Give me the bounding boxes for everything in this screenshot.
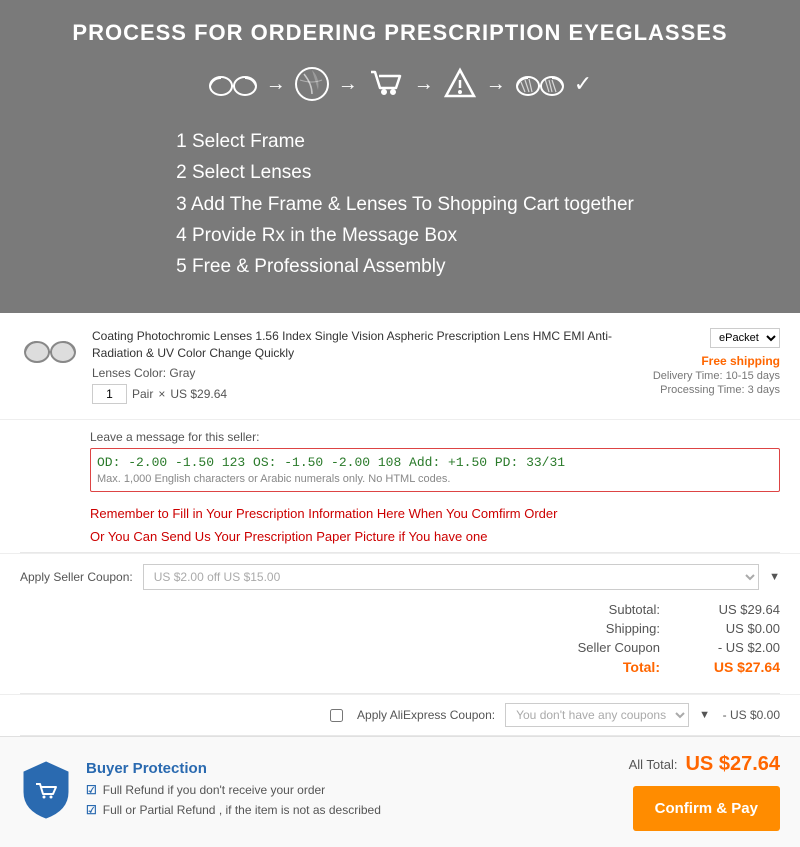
step-4-text: 4 Provide Rx in the Message Box	[176, 220, 634, 251]
shipping-label: Shipping:	[580, 621, 660, 636]
step-3-text: 3 Add The Frame & Lenses To Shopping Car…	[176, 189, 634, 220]
checkmark-icon: ✓	[574, 71, 592, 97]
arrow-1: →	[266, 73, 286, 96]
protection-item-2-text: Full or Partial Refund , if the item is …	[103, 802, 381, 819]
shipping-row: Shipping: US $0.00	[20, 621, 780, 636]
coupon-select[interactable]: US $2.00 off US $15.00	[143, 564, 759, 590]
ali-coupon-select[interactable]: You don't have any coupons	[505, 703, 689, 727]
step-5-text: 5 Free & Professional Assembly	[176, 251, 634, 282]
warning-msg-2: Or You Can Send Us Your Prescription Pap…	[0, 525, 800, 552]
header-banner: PROCESS FOR ORDERING PRESCRIPTION EYEGLA…	[0, 0, 800, 313]
footer-right: All Total: US $27.64 Confirm & Pay	[629, 753, 780, 831]
free-shipping-label: Free shipping	[653, 354, 780, 368]
check-icon-2: ☑	[86, 802, 97, 819]
all-total-label: All Total:	[629, 757, 678, 772]
product-image	[20, 328, 80, 373]
warning-msg-1: Remember to Fill in Your Prescription In…	[0, 502, 800, 525]
step-1-text: 1 Select Frame	[176, 126, 634, 157]
main-content: Coating Photochromic Lenses 1.56 Index S…	[0, 313, 800, 847]
arrow-3: →	[414, 73, 434, 96]
protection-text: Buyer Protection ☑ Full Refund if you do…	[86, 760, 381, 822]
processing-time: Processing Time: 3 days	[653, 384, 780, 396]
all-total-amount: US $27.64	[685, 753, 780, 776]
arrow-2: →	[338, 73, 358, 96]
total-label: Total:	[580, 659, 660, 675]
coupon-label: Apply Seller Coupon:	[20, 570, 133, 584]
protection-title: Buyer Protection	[86, 760, 381, 777]
lens-color-label: Lenses Color: Gray	[92, 366, 641, 380]
confirm-pay-button[interactable]: Confirm & Pay	[633, 786, 780, 831]
coupon-dropdown-icon[interactable]: ▼	[769, 571, 780, 583]
unit-label: Pair	[132, 387, 153, 401]
buyer-protection: Buyer Protection ☑ Full Refund if you do…	[20, 760, 381, 825]
ali-coupon-dropdown-icon[interactable]: ▼	[699, 709, 710, 721]
ali-coupon-amount: - US $0.00	[720, 708, 780, 722]
total-value: US $27.64	[700, 659, 780, 675]
seller-coupon-row: Apply Seller Coupon: US $2.00 off US $15…	[0, 553, 800, 596]
product-price-section: ePacket Free shipping Delivery Time: 10-…	[653, 328, 780, 396]
quantity-input[interactable]	[92, 384, 127, 404]
char-limit-note: Max. 1,000 English characters or Arabic …	[97, 473, 773, 485]
prescription-textarea-wrapper: OD: -2.00 -1.50 123 OS: -1.50 -2.00 108 …	[90, 448, 780, 492]
check-icon-1: ☑	[86, 782, 97, 799]
prescription-text[interactable]: OD: -2.00 -1.50 123 OS: -1.50 -2.00 108 …	[97, 455, 773, 470]
subtotal-row: Subtotal: US $29.64	[20, 602, 780, 617]
all-total-row: All Total: US $27.64	[629, 753, 780, 776]
summary-section: Subtotal: US $29.64 Shipping: US $0.00 S…	[0, 596, 800, 693]
seller-coupon-amount-label: Seller Coupon	[578, 640, 660, 655]
cart-icon	[366, 64, 406, 104]
multiply-sign: ×	[158, 387, 165, 401]
warning-icon	[442, 66, 478, 102]
protection-item-2: ☑ Full or Partial Refund , if the item i…	[86, 802, 381, 819]
aliexpress-coupon-row: Apply AliExpress Coupon: You don't have …	[0, 694, 800, 735]
delivery-time: Delivery Time: 10-15 days	[653, 370, 780, 382]
ali-coupon-checkbox[interactable]	[330, 709, 343, 722]
rx-glasses-icon	[514, 70, 566, 98]
glasses-icon	[208, 70, 258, 98]
unit-price: US $29.64	[170, 387, 227, 401]
shield-icon	[20, 760, 72, 825]
step-2-text: 2 Select Lenses	[176, 157, 634, 188]
product-details: Coating Photochromic Lenses 1.56 Index S…	[92, 328, 641, 405]
shipping-method-select[interactable]: ePacket	[710, 328, 780, 348]
footer-section: Buyer Protection ☑ Full Refund if you do…	[0, 736, 800, 847]
page-title: PROCESS FOR ORDERING PRESCRIPTION EYEGLA…	[30, 20, 770, 46]
seller-coupon-amount-value: - US $2.00	[700, 640, 780, 655]
steps-list: 1 Select Frame 2 Select Lenses 3 Add The…	[166, 126, 634, 283]
message-label: Leave a message for this seller:	[90, 430, 780, 444]
seller-coupon-amount-row: Seller Coupon - US $2.00	[20, 640, 780, 655]
protection-item-1: ☑ Full Refund if you don't receive your …	[86, 782, 381, 799]
product-quantity-row: Pair × US $29.64	[92, 384, 641, 404]
subtotal-label: Subtotal:	[580, 602, 660, 617]
message-section: Leave a message for this seller: OD: -2.…	[0, 420, 800, 502]
lens-icon	[294, 66, 330, 102]
protection-item-1-text: Full Refund if you don't receive your or…	[103, 782, 325, 799]
subtotal-value: US $29.64	[700, 602, 780, 617]
steps-icons-row: → → → →	[30, 64, 770, 104]
ali-coupon-label: Apply AliExpress Coupon:	[357, 708, 495, 722]
shipping-value: US $0.00	[700, 621, 780, 636]
arrow-4: →	[486, 73, 506, 96]
product-row: Coating Photochromic Lenses 1.56 Index S…	[0, 313, 800, 421]
total-row: Total: US $27.64	[20, 659, 780, 675]
product-name: Coating Photochromic Lenses 1.56 Index S…	[92, 328, 641, 362]
